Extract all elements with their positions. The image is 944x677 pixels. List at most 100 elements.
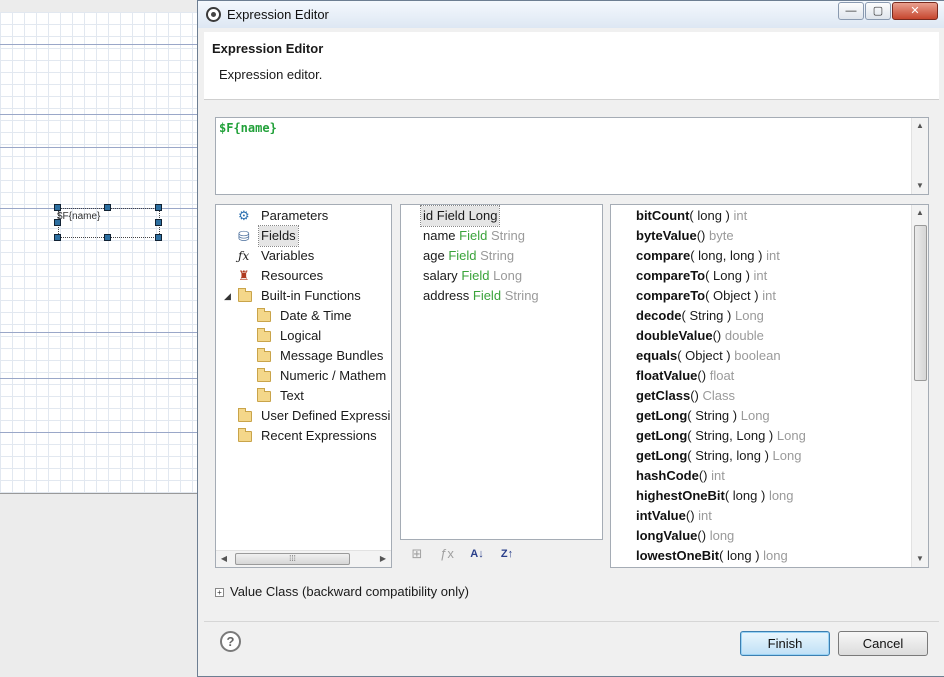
resize-handle[interactable] (54, 204, 61, 211)
close-button[interactable]: ✕ (892, 2, 938, 20)
method-item[interactable]: byteValue() byte (636, 226, 734, 246)
methods-scrollbar[interactable]: ▲ ▼ (911, 205, 928, 567)
scroll-right-arrow-icon[interactable]: ▶ (375, 551, 391, 567)
category-item[interactable]: Logical (235, 326, 391, 346)
expression-text-area[interactable]: $F{name} ▲ ▼ (215, 117, 929, 195)
eclipse-app-icon (206, 7, 221, 22)
cancel-button[interactable]: Cancel (838, 631, 928, 656)
method-item[interactable]: floatValue() float (636, 366, 734, 386)
method-name: getLong (636, 408, 688, 423)
method-name: compareTo (636, 288, 706, 303)
footer-separator (204, 621, 939, 622)
method-item[interactable]: getLong( String, long ) Long (636, 446, 801, 466)
resize-handle[interactable] (104, 234, 111, 241)
resize-handle[interactable] (54, 234, 61, 241)
method-item[interactable]: highestOneBit( long ) long (636, 486, 794, 506)
scroll-up-arrow-icon[interactable]: ▲ (912, 118, 928, 134)
resize-handle[interactable] (54, 219, 61, 226)
field-item[interactable]: name Field String (423, 226, 525, 246)
category-tree[interactable]: ⚙ Parameters ⛁ Fields ƒx Variables ♜ Resources ◢… (215, 204, 392, 568)
methods-list[interactable]: bitCount( long ) int byteValue() byte comp… (610, 204, 929, 568)
method-name: compareTo (636, 268, 706, 283)
method-return-type: Long (776, 428, 806, 443)
method-item[interactable]: lowestOneBit( long ) long (636, 546, 788, 566)
method-item[interactable]: getLong( String, Long ) Long (636, 426, 806, 446)
method-item[interactable]: compareTo( Object ) int (636, 286, 776, 306)
maximize-button[interactable]: ▢ (865, 2, 891, 20)
fields-list[interactable]: id Field Long name Field String age Field … (400, 204, 603, 540)
resize-handle[interactable] (155, 234, 162, 241)
method-name: equals (636, 348, 678, 363)
method-name: bitCount (636, 208, 690, 223)
scroll-left-arrow-icon[interactable]: ◀ (216, 551, 232, 567)
minimize-button[interactable]: — (838, 2, 864, 20)
scrollbar-thumb[interactable] (914, 225, 927, 381)
expression-editor-dialog: Expression Editor — ▢ ✕ Expression Edito… (197, 0, 944, 677)
field-item[interactable]: salary Field Long (423, 266, 522, 286)
method-item[interactable]: getLong( String ) Long (636, 406, 770, 426)
category-item[interactable]: User Defined Expressi (216, 406, 390, 426)
method-item[interactable]: compareTo( Long ) int (636, 266, 767, 286)
value-class-section[interactable]: + Value Class (backward compatibility onl… (215, 584, 469, 599)
scroll-down-arrow-icon[interactable]: ▼ (912, 178, 928, 194)
method-params: () (690, 388, 699, 403)
method-name: getClass (636, 388, 691, 403)
help-icon[interactable]: ? (220, 631, 241, 652)
expression-scrollbar[interactable]: ▲ ▼ (911, 118, 928, 194)
method-params: ( long ) (689, 208, 730, 223)
category-item[interactable]: Date & Time (235, 306, 391, 326)
sort-ascending-icon[interactable]: A↓ (468, 545, 486, 563)
method-return-type: int (753, 268, 768, 283)
scroll-down-arrow-icon[interactable]: ▼ (912, 551, 928, 567)
method-item[interactable]: equals( Object ) boolean (636, 346, 781, 366)
category-item[interactable]: ⛁ Fields (216, 225, 386, 247)
resize-handle[interactable] (155, 204, 162, 211)
category-item[interactable]: Numeric / Mathem (235, 366, 391, 386)
method-item[interactable]: decode( String ) Long (636, 306, 764, 326)
category-item[interactable]: Text (235, 386, 391, 406)
method-item[interactable]: doubleValue() double (636, 326, 764, 346)
parameters-icon: ⚙ (238, 208, 250, 223)
window-title: Expression Editor (227, 7, 329, 22)
field-type: Long (468, 208, 498, 223)
field-item[interactable]: address Field String (423, 286, 539, 306)
method-item[interactable]: compare( long, long ) int (636, 246, 780, 266)
category-item[interactable]: ƒx Variables (216, 246, 386, 266)
category-item[interactable]: ♜ Resources (216, 266, 386, 286)
add-field-tool-icon[interactable]: ⊞ (408, 545, 426, 563)
tree-expand-icon[interactable]: ◢ (224, 286, 231, 306)
category-horizontal-scrollbar[interactable]: ◀ ⁞⁞⁞ ▶ (216, 550, 391, 567)
finish-button[interactable]: Finish (740, 631, 830, 656)
field-kind: Field (436, 208, 465, 223)
method-return-type: byte (709, 228, 734, 243)
category-item[interactable]: ◢ Built-in Functions (216, 286, 386, 306)
method-item[interactable]: longValue() long (636, 526, 734, 546)
function-tool-icon[interactable]: ƒx (438, 545, 456, 563)
resize-handle[interactable] (155, 219, 162, 226)
sort-descending-icon[interactable]: Z↑ (498, 545, 516, 563)
method-return-type: boolean (734, 348, 781, 363)
method-params: ( String ) (687, 408, 738, 423)
method-item[interactable]: getClass() Class (636, 386, 735, 406)
resize-handle[interactable] (104, 204, 111, 211)
expand-icon[interactable]: + (215, 588, 224, 598)
method-return-type: int (733, 208, 748, 223)
title-bar[interactable]: Expression Editor — ▢ ✕ (198, 1, 944, 28)
field-item[interactable]: id Field Long (419, 205, 501, 227)
category-item[interactable]: Recent Expressions (216, 426, 386, 446)
folder-icon (257, 368, 271, 382)
method-name: floatValue (636, 368, 698, 383)
method-name: compare (636, 248, 691, 263)
scrollbar-thumb[interactable]: ⁞⁞⁞ (235, 553, 350, 565)
method-item[interactable]: bitCount( long ) int (636, 206, 747, 226)
report-sheet (0, 12, 205, 494)
method-item[interactable]: intValue() int (636, 506, 712, 526)
method-name: byteValue (636, 228, 697, 243)
scroll-up-arrow-icon[interactable]: ▲ (912, 205, 928, 221)
category-item[interactable]: ⚙ Parameters (216, 206, 386, 226)
category-label: Fields (258, 225, 299, 247)
method-item[interactable]: hashCode() int (636, 466, 725, 486)
field-item[interactable]: age Field String (423, 246, 514, 266)
category-item[interactable]: Message Bundles (235, 346, 391, 366)
folder-icon (257, 348, 271, 362)
